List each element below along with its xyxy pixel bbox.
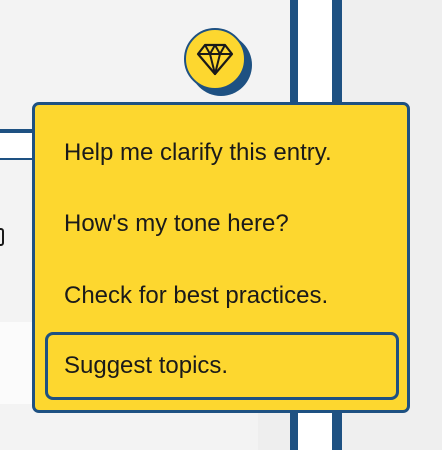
text-field-bottom-border xyxy=(0,158,34,160)
menu-item-label: Help me clarify this entry. xyxy=(64,139,332,166)
assistant-suggestions-menu: Help me clarify this entry. How's my ton… xyxy=(32,102,410,413)
menu-item-check-tone[interactable]: How's my tone here? xyxy=(45,190,399,258)
text-field-top-border xyxy=(0,129,34,133)
menu-item-best-practices[interactable]: Check for best practices. xyxy=(45,262,399,330)
menu-item-label: Check for best practices. xyxy=(64,282,329,309)
toolbar-icon-partial[interactable] xyxy=(0,226,8,248)
menu-item-label: Suggest topics. xyxy=(64,352,229,379)
menu-item-label: How's my tone here? xyxy=(64,210,289,237)
menu-item-suggest-topics[interactable]: Suggest topics. xyxy=(45,332,399,400)
text-field-edge[interactable] xyxy=(0,133,34,158)
menu-item-clarify-entry[interactable]: Help me clarify this entry. xyxy=(45,119,399,187)
assistant-trigger-button[interactable] xyxy=(184,28,246,90)
diamond-icon xyxy=(196,43,234,76)
